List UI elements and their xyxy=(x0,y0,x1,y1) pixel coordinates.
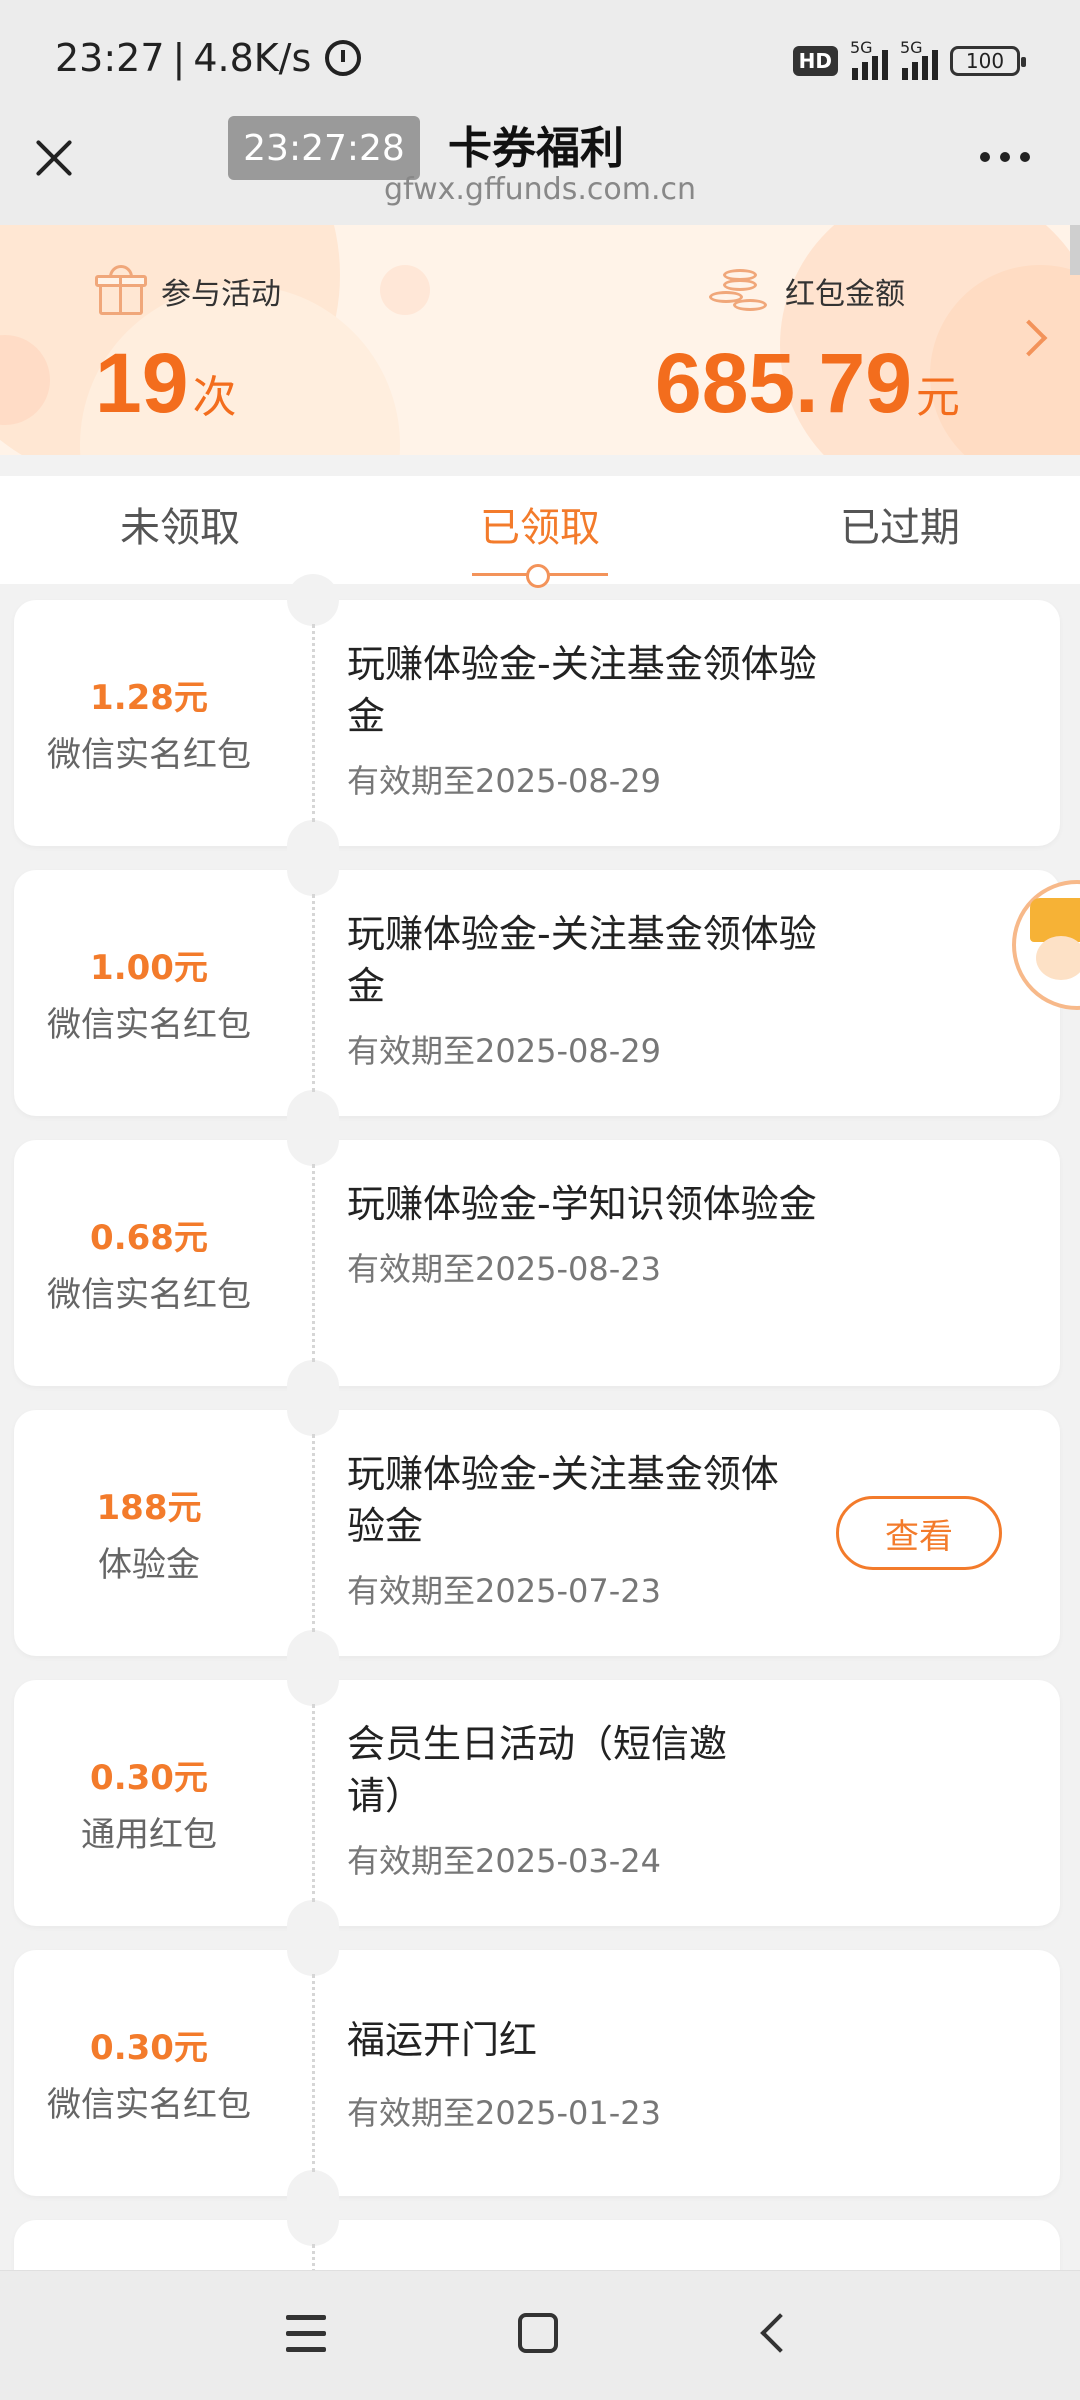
coupon-amount: 0.68元 xyxy=(90,1218,208,1258)
coupon-expiry: 有效期至2025-03-24 xyxy=(347,1842,661,1880)
coupon-card[interactable]: 1.28元 微信实名红包 玩赚体验金-关注基金领体验金 有效期至2025-08-… xyxy=(14,574,1060,872)
coupon-title: 福运开门红 xyxy=(347,2018,538,2062)
status-bar: 23:27 | 4.8K/s HD 5G 5G 100 xyxy=(0,0,1080,120)
coupon-expiry: 有效期至2025-07-23 xyxy=(347,1572,661,1610)
coupon-amount: 188元 xyxy=(96,1488,202,1528)
coupon-card[interactable]: 0.68元 微信实名红包 玩赚体验金-学知识领体验金 有效期至2025-08-2… xyxy=(14,1114,1060,1412)
back-icon[interactable] xyxy=(760,2313,800,2353)
coupon-type: 微信实名红包 xyxy=(47,735,251,775)
participation-stat: 参与活动 19 次 xyxy=(95,265,281,432)
status-left: 23:27 | 4.8K/s xyxy=(55,36,362,80)
coupon-title: 玩赚体验金-关注基金领体验金 xyxy=(347,1452,779,1548)
decor-circle xyxy=(380,265,430,315)
participation-count: 19 xyxy=(95,336,189,430)
redpacket-stat[interactable]: 红包金额 685.79 元 xyxy=(655,265,960,432)
tab-expired[interactable]: 已过期 xyxy=(720,476,1080,584)
status-time: 23:27 xyxy=(55,36,165,80)
coupon-type: 微信实名红包 xyxy=(47,1275,251,1315)
summary-header: 参与活动 19 次 红包金额 685.79 元 xyxy=(0,225,1080,455)
hd-badge: HD xyxy=(792,46,838,76)
coupon-type: 通用红包 xyxy=(81,1815,217,1855)
coupon-card[interactable]: 1.00元 微信实名红包 玩赚体验金-关注基金领体验金 有效期至2025-08-… xyxy=(14,844,1060,1142)
battery-icon: 100 xyxy=(950,46,1026,76)
coupon-type: 微信实名红包 xyxy=(47,2085,251,2125)
coupon-card[interactable]: 0.30元 微信实名红包 福运开门红 有效期至2025-01-23 xyxy=(14,1924,1060,2222)
tab-unclaimed[interactable]: 未领取 xyxy=(0,476,360,584)
participation-unit: 次 xyxy=(192,372,237,423)
network-speed: 4.8K/s xyxy=(193,36,312,80)
redpacket-amount: 685.79 xyxy=(655,336,912,430)
floating-mascot-icon[interactable] xyxy=(1012,880,1080,1010)
status-separator: | xyxy=(172,36,186,80)
home-icon[interactable] xyxy=(518,2313,558,2353)
redpacket-unit: 元 xyxy=(915,372,960,423)
nav-bar: 23:27:28 卡券福利 gfwx.gffunds.com.cn xyxy=(0,116,1080,225)
signal-icon-sim1: 5G xyxy=(850,38,888,80)
tab-bar: 未领取 已领取 已过期 xyxy=(0,476,1080,588)
signal-icon-sim2: 5G xyxy=(900,38,938,80)
page-title: 卡券福利 xyxy=(448,123,624,174)
participation-label: 参与活动 xyxy=(161,277,281,312)
coupon-type: 体验金 xyxy=(98,1545,200,1585)
scrollbar[interactable] xyxy=(1070,225,1080,275)
coupon-title: 玩赚体验金-学知识领体验金 xyxy=(347,1182,817,1226)
more-icon[interactable] xyxy=(980,152,1030,162)
coupon-type: 微信实名红包 xyxy=(47,1005,251,1045)
redpacket-label: 红包金额 xyxy=(785,277,905,312)
coupon-title: 玩赚体验金-关注基金领体验金 xyxy=(347,912,817,1008)
gift-icon xyxy=(95,265,147,317)
system-nav-bar xyxy=(0,2270,1080,2400)
coupon-expiry: 有效期至2025-08-29 xyxy=(347,1032,661,1070)
page-url: gfwx.gffunds.com.cn xyxy=(384,172,696,207)
tab-claimed[interactable]: 已领取 xyxy=(360,476,720,588)
view-button[interactable]: 查看 xyxy=(836,1496,1002,1570)
menu-icon[interactable] xyxy=(286,2315,326,2353)
coupon-amount: 1.00元 xyxy=(90,948,208,988)
coupon-title: 玩赚体验金-关注基金领体验金 xyxy=(347,642,817,738)
coupon-expiry: 有效期至2025-01-23 xyxy=(347,2094,661,2132)
status-right: HD 5G 5G 100 xyxy=(792,38,1026,80)
coupon-card[interactable]: 188元 体验金 玩赚体验金-关注基金领体验金 有效期至2025-07-23 查… xyxy=(14,1384,1060,1682)
coupon-amount: 1.28元 xyxy=(90,678,208,718)
coupon-expiry: 有效期至2025-08-23 xyxy=(347,1250,661,1288)
coupon-amount: 0.30元 xyxy=(90,1758,208,1798)
coins-icon xyxy=(709,265,771,317)
coupon-title: 会员生日活动（短信邀请） xyxy=(347,1722,728,1818)
alarm-icon xyxy=(325,40,362,76)
coupon-expiry: 有效期至2025-08-29 xyxy=(347,762,661,800)
time-chip: 23:27:28 xyxy=(228,116,420,180)
coupon-amount: 0.30元 xyxy=(90,2028,208,2068)
tab-indicator xyxy=(472,564,608,588)
coupon-card[interactable]: 0.30元 通用红包 会员生日活动（短信邀请） 有效期至2025-03-24 xyxy=(14,1654,1060,1952)
